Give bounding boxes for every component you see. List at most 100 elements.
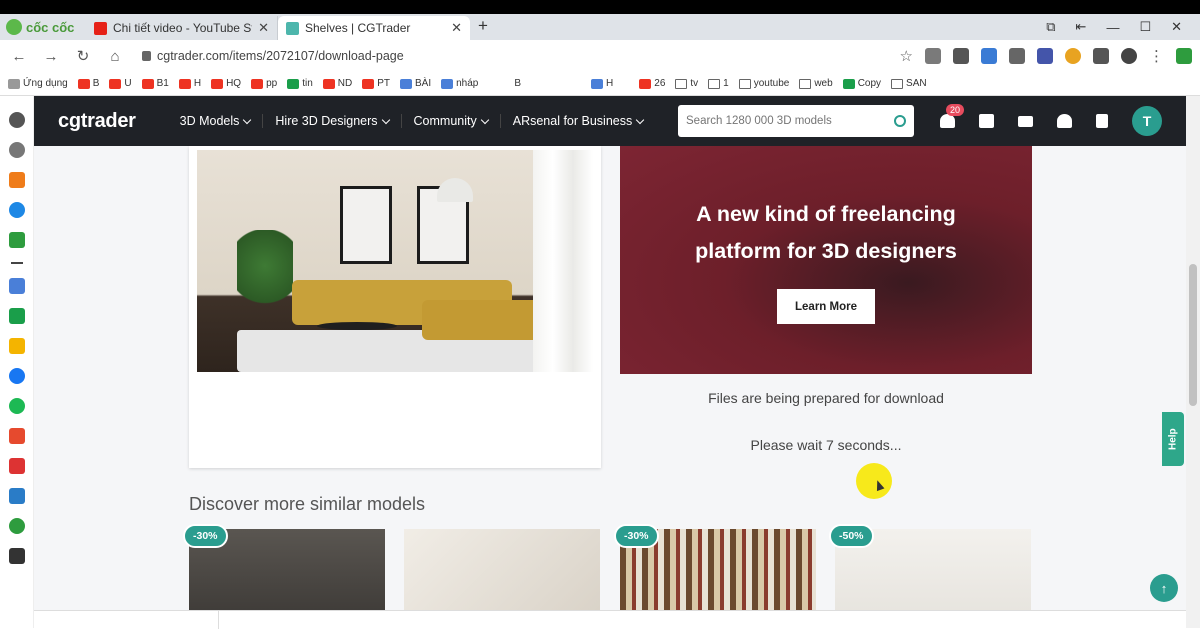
bookmark-item[interactable]: H [591,78,613,89]
extension-icon[interactable] [1009,48,1025,64]
home-icon[interactable]: ⌂ [104,48,126,65]
bookmark-item[interactable]: H [178,78,201,89]
coccoc-brand[interactable]: cốc cốc [0,14,86,40]
bookmark-item[interactable]: U [109,78,132,89]
cgtrader-logo[interactable]: cgtrader [58,110,136,133]
learn-more-button[interactable]: Learn More [777,289,875,324]
bookmark-label: youtube [753,78,790,89]
bookmark-item[interactable]: SAN [891,78,927,89]
bookmark-item[interactable]: web [799,78,833,89]
bookmark-apps[interactable]: Ứng dụng [8,78,68,89]
translate-icon[interactable] [925,48,941,64]
page-scrollbar[interactable] [1186,96,1200,628]
upload-icon[interactable] [1096,114,1108,128]
drive-icon[interactable] [8,338,25,354]
reload-icon[interactable]: ↻ [72,47,94,65]
downloads-icon[interactable] [1176,48,1192,64]
bookmark-item[interactable]: PT [362,78,390,89]
bookmark-label: tin [302,78,313,89]
maximize-button[interactable]: ☐ [1139,19,1151,35]
close-tab-icon[interactable]: ✕ [258,20,269,36]
screenshot-icon[interactable]: ⧉ [1046,19,1055,35]
back-to-top-button[interactable]: ↑ [1150,574,1178,602]
menu-community[interactable]: Community [402,114,501,128]
bookmark-item[interactable]: youtube [738,78,790,89]
back-icon[interactable]: ← [8,48,30,65]
scrollbar-thumb[interactable] [1189,264,1197,406]
profile-icon[interactable] [1121,48,1137,64]
bookmark-item[interactable]: nháp [441,78,478,89]
extension-icon[interactable] [8,518,25,534]
puzzle-icon[interactable] [1093,48,1109,64]
wall-art-frame [340,186,392,264]
search-input[interactable] [686,115,894,127]
tab-cgtrader[interactable]: Shelves | CGTrader ✕ [278,16,470,40]
messenger-icon[interactable] [8,202,25,218]
menu-3d-models[interactable]: 3D Models [168,114,264,128]
translate-icon[interactable] [8,278,25,294]
download-icon[interactable] [953,48,969,64]
bookmark-item[interactable]: 1 [708,78,729,89]
bookmark-label: U [124,78,132,89]
bell-icon[interactable] [8,548,25,564]
sheets-icon[interactable] [8,308,25,324]
bookmark-item[interactable]: BÀI [399,78,431,89]
extension-icon[interactable] [1037,48,1053,64]
menu-arsenal[interactable]: ARsenal for Business [501,114,656,128]
bookmark-item[interactable]: HQ [211,78,241,89]
avatar[interactable]: T [1132,106,1162,136]
bookmark-label: B [92,78,100,89]
bookmark-item[interactable]: B [77,78,100,89]
settings-icon[interactable] [8,112,25,128]
bookmark-item[interactable]: tv [675,78,698,89]
youtube-favicon-icon [94,21,107,35]
menu-label: Community [413,114,477,128]
discount-icon[interactable] [8,488,25,504]
close-tab-icon[interactable]: ✕ [451,20,462,36]
iq-extension-icon[interactable] [981,48,997,64]
close-window-button[interactable]: ✕ [1171,19,1182,35]
browser-viewport: cgtrader 3D Models Hire 3D Designers Com… [0,96,1200,629]
bookmark-item[interactable]: Copy [842,78,881,89]
bookmark-item[interactable]: ND [322,78,352,89]
tab-youtube-studio[interactable]: Chi tiết video - YouTube Studio ✕ [86,16,278,40]
docs-icon [441,78,454,89]
folder-icon [675,78,688,89]
help-tab[interactable]: Help [1162,412,1184,466]
gamepad-icon[interactable] [8,232,25,248]
facebook-icon[interactable] [8,368,25,384]
new-tab-button[interactable]: + [470,16,496,40]
add-icon[interactable] [10,262,23,264]
spotify-icon[interactable] [8,398,25,414]
menu-label: 3D Models [179,114,240,128]
docs-icon [399,78,412,89]
menu-icon[interactable]: ⋮ [1149,47,1164,65]
bookmark-item[interactable]: tin [287,78,313,89]
countdown-text: Please wait 7 seconds... [750,437,902,453]
bookmark-item[interactable]: B1 [141,78,169,89]
top-black-strip [0,0,1200,14]
extensions-bar: ☆ ⋮ [900,47,1192,65]
extension-icon[interactable] [1065,48,1081,64]
piggy-bank-icon[interactable]: 20 [940,104,965,128]
coffee-table [317,322,397,330]
crown-icon[interactable] [8,172,25,188]
minimize-button[interactable]: — [1106,20,1119,35]
back-arrow-icon[interactable]: ⇤ [1076,19,1087,35]
menu-hire-designers[interactable]: Hire 3D Designers [263,114,402,128]
star-icon[interactable]: ☆ [900,47,913,65]
url-bar[interactable]: cgtrader.com/items/2072107/download-page [136,43,870,69]
mail-icon[interactable] [1018,115,1033,127]
bookmark-item[interactable]: B [514,78,521,89]
vtv-icon[interactable] [8,458,25,474]
forward-icon[interactable]: → [40,48,62,65]
app-icon[interactable] [8,428,25,444]
bookmark-item[interactable]: 26 [639,78,665,89]
history-icon[interactable] [8,142,25,158]
similar-models-heading: Discover more similar models [189,494,426,514]
bookmark-item[interactable]: pp [251,78,277,89]
cart-icon[interactable] [979,114,994,128]
bell-icon[interactable] [1057,114,1072,128]
download-status-text: Files are being prepared for download [708,390,944,406]
search-icon[interactable] [894,115,906,127]
